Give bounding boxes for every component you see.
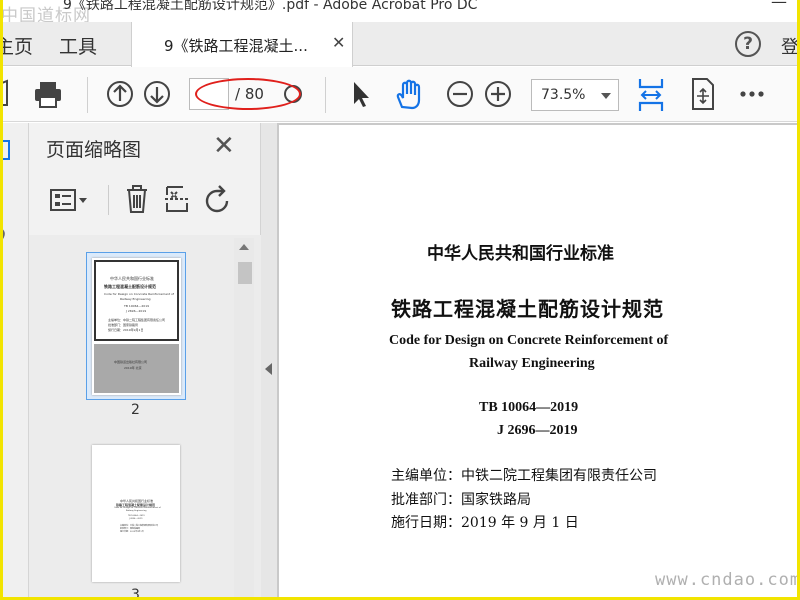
tab-close-icon[interactable]: ✕ [332,33,345,52]
document-tab[interactable]: 9《铁路工程混凝土... ✕ [131,22,353,67]
thumbnail-text: 批准部门：国家铁路局 [108,323,139,327]
rotate-page-icon[interactable] [203,185,233,215]
zoom-in-icon[interactable] [483,79,513,109]
help-icon[interactable]: ? [735,31,761,57]
thumbnail-text: TB 10064—2019 [124,304,150,308]
menu-home[interactable]: 主页 [3,32,33,59]
thumbnail-text: 2019年 北京 [124,366,142,370]
more-options-icon[interactable] [739,89,765,99]
acrobat-window: 中国道标网 9《铁路工程混凝土配筋设计规范》.pdf - Adobe Acrob… [3,0,797,597]
thumbnail-text: Code for Design on Concrete Reinforcemen… [114,507,161,509]
doc-editor-unit: 主编单位：中铁二院工程集团有限责任公司 [391,468,657,484]
toolbar-divider [87,77,88,113]
print-icon[interactable] [33,79,63,109]
doc-english-title: Code for Design on Concrete Reinforcemen… [389,333,669,348]
toolbar-divider [325,77,326,113]
thumbnail-selected-frame[interactable]: 中华人民共和国行业标准 铁路工程混凝土配筋设计规范 Code for Desig… [86,252,186,400]
bookmark-icon[interactable] [3,79,13,109]
thumbnail-page[interactable]: 中华人民共和国行业标准 铁路工程混凝土配筋设计规范 Code for Desig… [92,258,181,395]
window-controls[interactable]: — [771,0,787,11]
thumbnail-text: 中国铁道出版社有限公司 [114,360,148,364]
zoom-level-value: 73.5% [541,87,586,103]
panel-close-icon[interactable]: ✕ [213,131,235,161]
doc-title: 铁路工程混凝土配筋设计规范 [391,297,664,321]
window-title: 9《铁路工程混凝土配筋设计规范》.pdf - Adobe Acrobat Pro… [63,0,478,13]
thumbnail-text: J 2696—2019 [129,518,143,520]
toolbar: / 80 73.5% [3,67,797,122]
zoom-out-icon[interactable] [445,79,475,109]
document-tab-label: 9《铁路工程混凝土... [164,37,308,55]
thumbnail-page-number: 2 [131,402,140,418]
login-button[interactable]: 登 [781,33,797,59]
thumbnail-text: TB 10064—2019 [128,515,145,517]
menu-bar: 主页 工具 9《铁路工程混凝土... ✕ ? 登 [3,22,797,67]
thumbnail-list: 中华人民共和国行业标准 铁路工程混凝土配筋设计规范 Code for Desig… [29,235,261,597]
doc-english-title-2: Railway Engineering [469,356,595,371]
previous-page-icon[interactable] [105,79,135,109]
doc-record-code: J 2696—2019 [497,423,578,438]
page-thumbnails-icon[interactable] [3,137,13,163]
thumbnail-text: 施行日期：2019年9月1日 [120,531,144,533]
next-page-icon[interactable] [142,79,172,109]
thumbnail-text: Railway Engineering [126,510,147,512]
delete-page-icon[interactable] [123,183,151,215]
navigation-strip [3,123,29,597]
site-watermark-bottom: www.cndao.com [655,570,797,590]
document-page: 中华人民共和国行业标准 铁路工程混凝土配筋设计规范 Code for Desig… [279,125,797,597]
page-view-icon[interactable] [689,77,717,111]
thumbnail-page-content: 中华人民共和国行业标准 铁路工程混凝土配筋设计规范 Code for Desig… [94,260,179,341]
thumbnail-text: 主编单位：中铁二院工程集团有限责任公司 [108,318,166,322]
doc-approval-dept: 批准部门：国家铁路局 [391,492,531,508]
panel-splitter[interactable] [261,123,277,597]
select-cursor-icon[interactable] [349,79,373,109]
panel-divider [108,185,109,215]
doc-standard-code: TB 10064—2019 [479,400,579,415]
hand-tool-icon[interactable] [393,79,427,111]
scrollbar-thumb[interactable] [238,262,252,284]
chevron-down-icon [601,93,611,99]
thumbnail-page[interactable]: 中华人民共和国行业标准 铁路工程混凝土配筋设计规范 Code for Desig… [92,445,180,582]
zoom-level-select[interactable]: 73.5% [531,79,619,111]
scroll-up-icon[interactable] [239,244,249,250]
collapse-panel-icon[interactable] [265,363,272,375]
thumbnail-text: Code for Design on Concrete Reinforcemen… [104,292,174,296]
thumbnail-text: 中华人民共和国行业标准 [110,276,154,281]
thumbnail-scrollbar[interactable] [234,238,254,597]
red-highlight-circle [195,78,301,110]
document-view[interactable]: 中华人民共和国行业标准 铁路工程混凝土配筋设计规范 Code for Desig… [277,123,797,597]
thumbnail-page-shade: 中国铁道出版社有限公司 2019年 北京 [94,344,179,393]
thumbnail-text: 施行日期：2019年9月1日 [108,328,144,332]
thumbnails-panel: 页面缩略图 ✕ 中华人民共和国行业标准 铁路工程混凝土配筋设计规范 Code f… [29,123,261,597]
thumbnail-options-icon[interactable] [49,185,89,215]
thumbnail-text: 铁路工程混凝土配筋设计规范 [104,284,156,289]
doc-standard-type: 中华人民共和国行业标准 [427,244,614,264]
thumbnail-page-number: 3 [131,587,140,597]
title-bar: 中国道标网 9《铁路工程混凝土配筋设计规范》.pdf - Adobe Acrob… [3,0,797,26]
doc-effective-date: 施行日期：2019 年 9 月 1 日 [391,515,579,531]
bookmarks-panel-icon[interactable] [3,223,11,253]
fit-width-icon[interactable] [637,77,665,113]
menu-tools[interactable]: 工具 [59,32,97,59]
thumbnail-text: Railway Engineering [120,297,151,301]
thumbnail-text: J 2696—2019 [126,309,147,313]
panel-title: 页面缩略图 [46,139,142,161]
extract-page-icon[interactable] [163,183,191,215]
